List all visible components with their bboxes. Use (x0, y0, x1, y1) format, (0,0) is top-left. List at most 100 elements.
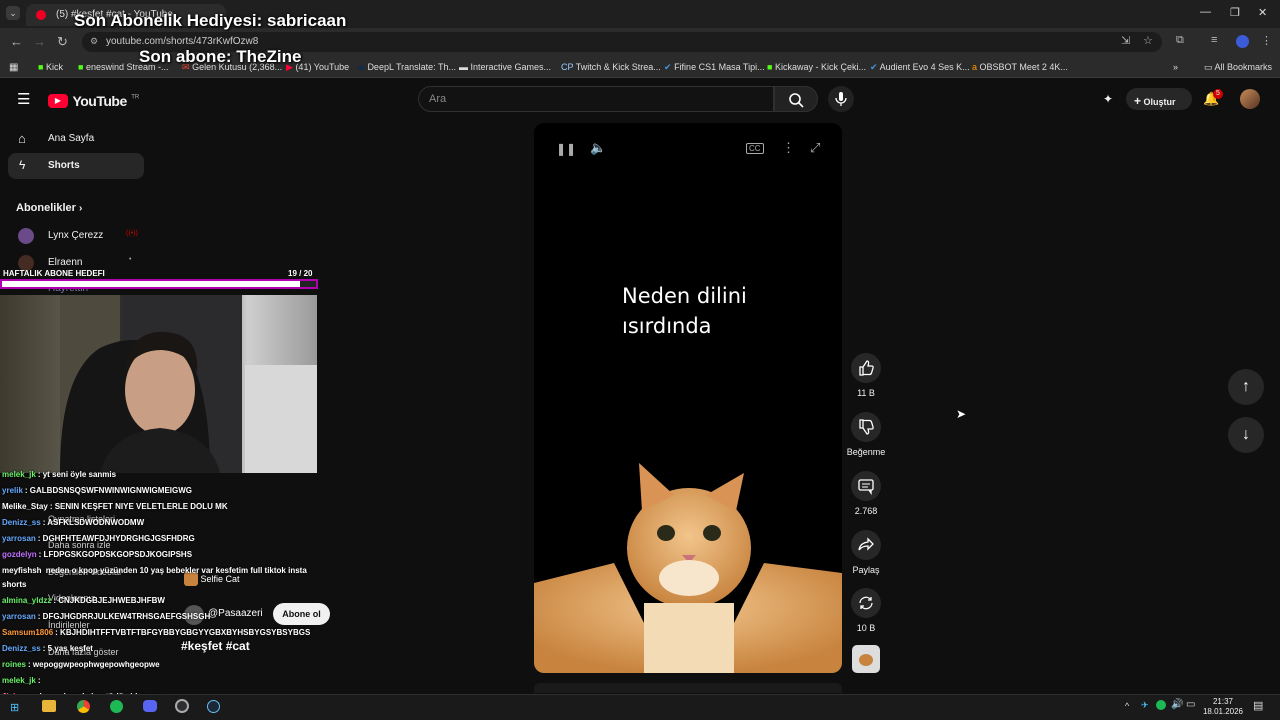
goal-count: 19 / 20 (288, 269, 313, 278)
minimize-icon[interactable]: — (1200, 6, 1211, 18)
bookmark-star-icon[interactable]: ☆ (1143, 34, 1153, 47)
next-short-preview (534, 683, 842, 693)
forward-icon[interactable]: → (33, 34, 46, 49)
sound-thumbnail[interactable] (852, 645, 880, 673)
share-button[interactable] (851, 530, 881, 560)
comments-button[interactable] (851, 471, 881, 501)
chat-message: Samsum1806: KBJHDIHTFFTVBTFTBFGYBBYGBGYY… (2, 628, 310, 637)
tray-app-icon[interactable]: ✈ (1141, 700, 1149, 711)
dislike-button[interactable] (851, 412, 881, 442)
chat-message: yrelik: GALBDSNSQSWFNWINWIGNWIGMEIGWG (2, 486, 192, 495)
sidebar-channel[interactable]: Lynx Çerezz ((•)) (8, 223, 144, 249)
chat-text: : (37, 676, 41, 685)
stream-chat-overlay: melek_jk : yt seni öyle sanmis yrelik: GAL… (0, 470, 330, 720)
tray-overflow-icon[interactable]: ^ (1125, 701, 1129, 711)
chat-username: melek_jk (2, 676, 36, 685)
channel-avatar (18, 228, 34, 244)
windows-taskbar (0, 694, 1280, 720)
chat-message: Denizz_ss: 5 yaş keşfet (2, 644, 93, 653)
spotify-tray-icon[interactable] (1156, 700, 1166, 710)
youtube-play-icon: ▶ (48, 93, 68, 108)
create-button[interactable]: + Oluştur (1126, 88, 1192, 110)
bookmark-item[interactable]: a OBSBOT Meet 2 4K... (972, 62, 1068, 72)
sidebar-item-shorts[interactable]: ϟ Shorts (8, 153, 144, 179)
network-icon[interactable]: ▭ (1186, 699, 1195, 710)
chat-username: meyfishsh (2, 566, 42, 575)
previous-short-button[interactable]: ↑ (1228, 369, 1264, 405)
chat-message: gozdelyn: LFDPGSKGOPDSKGOPSDJKOGIPSHS (2, 550, 192, 559)
search-button[interactable] (774, 86, 818, 112)
chat-text: : SENIN KEŞFET NIYE VELETLERLE DOLU MK (49, 502, 228, 511)
subscriptions-header[interactable]: Abonelikler › (16, 202, 82, 214)
install-icon[interactable]: ⇲ (1121, 34, 1130, 47)
more-options-icon[interactable]: ⋮ (782, 140, 795, 156)
extensions-icon[interactable]: ⧉ (1176, 34, 1184, 47)
youtube-logo[interactable]: ▶ YouTube TR (48, 92, 139, 110)
chat-text: : GALBDSNSQSWFNWINWIGNWIGMEIGWG (24, 486, 192, 495)
chat-text: : CNJKDGBJEJHWEBJHFBW (53, 596, 165, 605)
chat-username: gozdelyn (2, 550, 37, 559)
chat-username: yrelik (2, 486, 23, 495)
dislike-label: Beğenme (846, 447, 886, 457)
browser-menu-icon[interactable]: ⋮ (1261, 34, 1272, 47)
steam-icon[interactable] (207, 700, 220, 713)
bookmark-item[interactable]: ✔ Audient Evo 4 Ses K... (870, 62, 970, 73)
remix-button[interactable] (851, 588, 881, 618)
bookmark-item[interactable]: CP Twitch & Kick Strea... (561, 62, 661, 72)
sidebar-item-home[interactable]: ⌂ Ana Sayfa (8, 126, 144, 152)
reload-icon[interactable]: ↻ (57, 34, 68, 50)
tab-search-icon[interactable]: ⌄ (6, 6, 20, 20)
file-explorer-icon[interactable] (42, 700, 56, 712)
profile-avatar[interactable] (1236, 35, 1249, 48)
search-input[interactable]: Ara (418, 86, 774, 112)
like-button[interactable] (851, 353, 881, 383)
check-badge-icon: ✔ (870, 62, 878, 72)
account-avatar[interactable] (1240, 89, 1260, 109)
chat-username: roines (2, 660, 27, 669)
bookmark-item[interactable]: ▬ Interactive Games... (459, 62, 551, 72)
chat-text: : wepoggwpeophwgepowhgeopwe (28, 660, 160, 669)
shorts-video-player[interactable]: ❚❚ 🔈 CC ⋮ ⤢ Neden dilini ısırdında (534, 123, 842, 673)
all-bookmarks[interactable]: ▭ All Bookmarks (1204, 62, 1272, 73)
chat-username: almina_yldzz (2, 596, 52, 605)
hamburger-menu-icon[interactable]: ☰ (17, 90, 30, 108)
gemini-sparkle-icon[interactable]: ✦ (1103, 92, 1113, 106)
voice-search-button[interactable] (828, 86, 854, 112)
chat-text: : yt seni öyle sanmis (37, 470, 117, 479)
bookmark-item[interactable]: ✔ Fifine CS1 Masa Tipi... (664, 62, 765, 73)
windows-start-icon[interactable]: ⊞ (10, 701, 19, 714)
cat-thumbnail-icon (859, 654, 873, 666)
site-info-icon[interactable]: ⚙ (90, 36, 98, 47)
thumbs-up-icon (859, 360, 874, 376)
chrome-icon[interactable] (77, 700, 90, 713)
spotify-icon[interactable] (110, 700, 123, 713)
notification-center-icon[interactable]: ▤ (1253, 699, 1263, 712)
fullscreen-icon[interactable]: ⤢ (810, 140, 820, 156)
chat-username: Denizz_ss (2, 518, 41, 527)
next-short-button[interactable]: ↓ (1228, 417, 1264, 453)
obs-icon[interactable] (175, 699, 189, 713)
chat-text: : KBJHDIHTFFTVBTFTBFGYBBYGBGYYGBXBYHSBYG… (55, 628, 311, 637)
remix-count: 10 B (856, 623, 876, 633)
country-code: TR (131, 94, 140, 101)
comment-icon (858, 479, 874, 496)
close-icon[interactable]: ✕ (1258, 6, 1267, 19)
pause-icon[interactable]: ❚❚ (556, 142, 576, 156)
volume-icon[interactable]: 🔈 (590, 140, 606, 156)
youtube-logo-text: YouTube (72, 92, 127, 109)
speaker-icon[interactable]: 🔊 (1171, 699, 1183, 710)
media-controls-icon[interactable]: ≡ (1211, 34, 1217, 46)
back-icon[interactable]: ← (10, 34, 23, 49)
bookmark-item[interactable]: ■ Kickaway - Kick Çeki... (767, 62, 866, 72)
chat-message: roines: wepoggwpeophwgepowhgeopwe (2, 660, 160, 669)
apps-grid-icon[interactable]: ▦ (9, 62, 18, 73)
more-bookmarks-icon[interactable]: » (1173, 62, 1178, 72)
bookmark-item[interactable]: ◆ DeepL Translate: Th... (358, 62, 456, 73)
captions-icon[interactable]: CC (746, 143, 764, 154)
deepl-icon: ◆ (358, 62, 365, 72)
discord-icon[interactable] (143, 700, 157, 712)
bookmark-item[interactable]: ■ Kick (38, 62, 63, 72)
restore-icon[interactable]: ❐ (1230, 6, 1240, 19)
system-clock[interactable]: 21:37 18.01.2026 (1200, 697, 1246, 717)
youtube-favicon-icon (36, 10, 46, 20)
